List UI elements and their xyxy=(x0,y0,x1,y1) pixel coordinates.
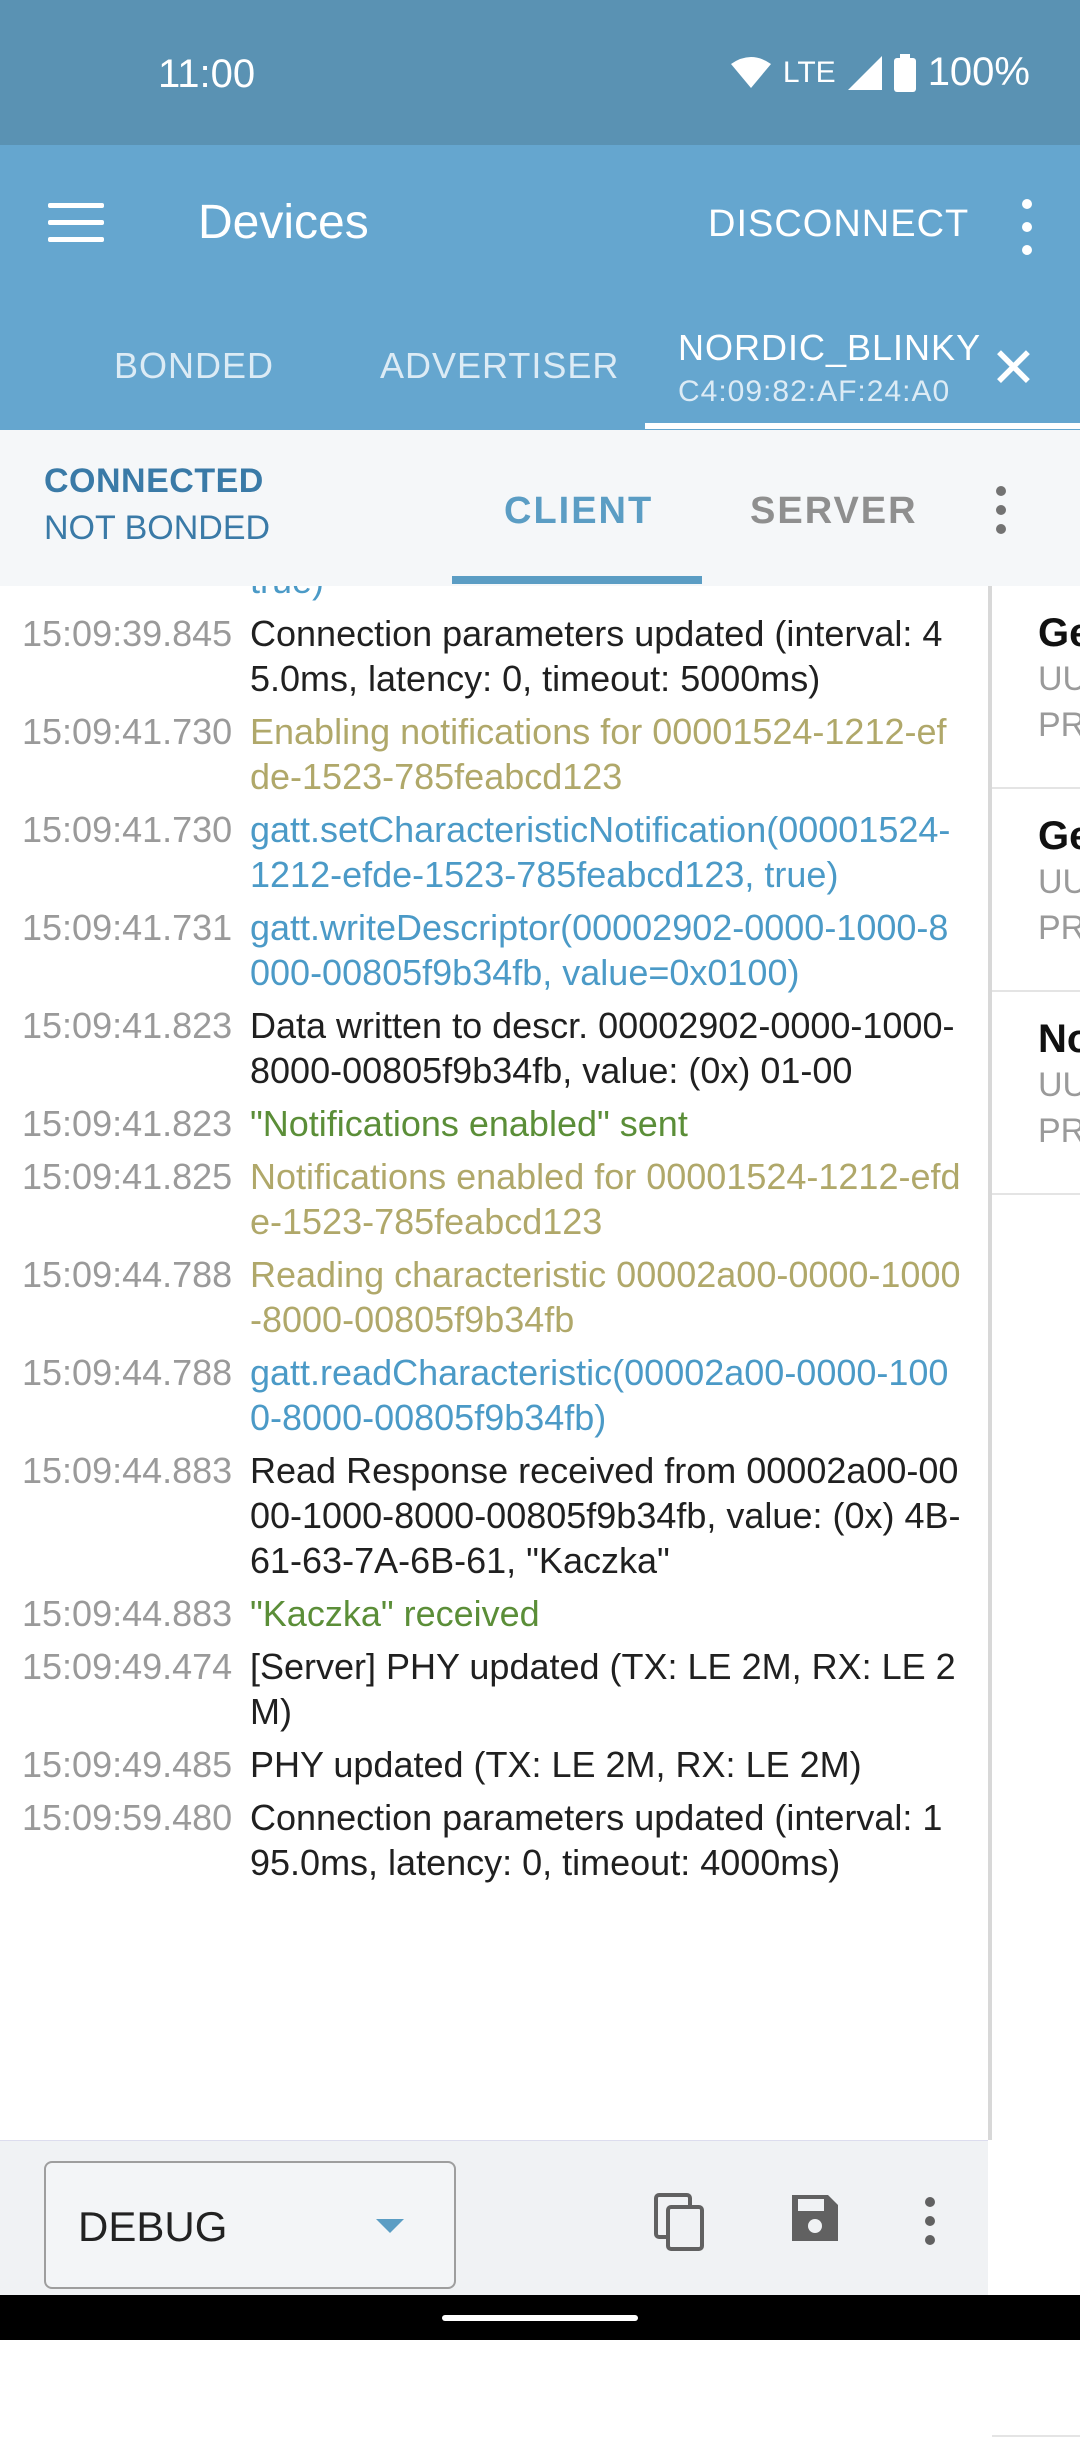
more-vert-icon[interactable] xyxy=(996,486,1008,534)
service-title: Ge xyxy=(1038,814,1080,858)
log-timestamp: 15:09:44.788 xyxy=(22,1352,233,1393)
log-message: Enabling notifications for 00001524-1212… xyxy=(250,711,947,797)
log-row: 15:09:44.788 gatt.readCharacteristic(0000… xyxy=(0,1350,988,1440)
log-message: [Server] PHY updated (TX: LE 2M, RX: LE … xyxy=(250,1646,956,1732)
log-message: gatt.setCharacteristicNotification(00001… xyxy=(250,809,951,895)
services-panel: Ge UU PR Ge UU PR No UU PR xyxy=(988,586,1080,2437)
log-row: 15:09:41.730 gatt.setCharacteristicNotifi… xyxy=(0,807,988,897)
log-timestamp: 15:09:59.480 xyxy=(22,1797,233,1838)
service-card[interactable]: Ge UU PR xyxy=(992,789,1080,992)
log-timestamp: 15:09:39.845 xyxy=(22,613,233,654)
log-timestamp: 15:09:41.823 xyxy=(22,1103,233,1144)
log-message: Data written to descr. 00002902-0000-100… xyxy=(250,1005,955,1091)
close-icon[interactable]: ✕ xyxy=(990,340,1037,396)
log-row: 15:09:49.474 [Server] PHY updated (TX: LE… xyxy=(0,1644,988,1734)
log-row: 15:09:44.883 Read Response received from … xyxy=(0,1448,988,1583)
disconnect-button[interactable]: DISCONNECT xyxy=(708,203,969,246)
device-mac: C4:09:82:AF:24:A0 xyxy=(678,375,951,408)
tab-device[interactable]: NORDIC_BLINKY C4:09:82:AF:24:A0 xyxy=(678,327,981,409)
more-vert-icon[interactable] xyxy=(925,2197,937,2245)
copy-icon[interactable] xyxy=(654,2193,706,2253)
log-message: Reading characteristic 00002a00-0000-100… xyxy=(250,1254,961,1340)
log-message: PHY updated (TX: LE 2M, RX: LE 2M) xyxy=(250,1744,862,1785)
service-card[interactable]: Ge UU PR xyxy=(992,586,1080,789)
log-message: Read Response received from 00002a00-000… xyxy=(250,1450,961,1581)
log-message: Connection parameters updated (interval:… xyxy=(250,1797,943,1883)
tab-bonded[interactable]: BONDED xyxy=(114,345,274,387)
log-row: 15:09:41.823 Data written to descr. 00002… xyxy=(0,1003,988,1093)
bond-state-label: NOT BONDED xyxy=(44,509,271,547)
service-line2: PR xyxy=(1038,706,1080,744)
log-row: 15:09:41.825 Notifications enabled for 00… xyxy=(0,1154,988,1244)
tab-advertiser[interactable]: ADVERTISER xyxy=(380,345,619,387)
battery-percent: 100% xyxy=(927,50,1030,94)
log-row: 15:09:49.485 PHY updated (TX: LE 2M, RX: … xyxy=(0,1742,988,1787)
page-title: Devices xyxy=(198,196,369,249)
service-line2: PR xyxy=(1038,1112,1080,1150)
log-row: 15:09:44.883 "Kaczka" received xyxy=(0,1591,988,1636)
status-icons: LTE 100% xyxy=(730,50,1030,95)
save-icon[interactable] xyxy=(790,2193,840,2243)
log-message: Connection parameters updated (interval:… xyxy=(250,613,943,699)
tab-server[interactable]: SERVER xyxy=(750,490,918,533)
log-timestamp: 15:09:41.825 xyxy=(22,1156,233,1197)
log-timestamp: 15:09:49.485 xyxy=(22,1744,233,1785)
more-vert-icon[interactable] xyxy=(1022,199,1034,255)
log-message: gatt.writeDescriptor(00002902-0000-1000-… xyxy=(250,907,949,993)
connected-label: CONNECTED xyxy=(44,462,264,500)
service-line1: UU xyxy=(1038,863,1080,901)
log-row: 15:09:41.823 "Notifications enabled" sent xyxy=(0,1101,988,1146)
hamburger-menu-icon[interactable] xyxy=(48,203,104,243)
battery-icon xyxy=(893,53,916,92)
log-level-value: DEBUG xyxy=(78,2203,228,2250)
log-level-select[interactable]: DEBUG xyxy=(44,2161,456,2289)
service-title: Ge xyxy=(1038,611,1080,655)
log-message: "Notifications enabled" sent xyxy=(250,1103,688,1144)
log-row: 15:09:59.480 Connection parameters update… xyxy=(0,1795,988,1885)
log-timestamp: 15:09:49.474 xyxy=(22,1646,233,1687)
log-row: 15:09:41.730 Enabling notifications for 0… xyxy=(0,709,988,799)
navigation-bar xyxy=(0,2295,1080,2340)
log-timestamp: 15:09:44.883 xyxy=(22,1593,233,1634)
log-row: 15:09:39.845 Connection parameters update… xyxy=(0,611,988,701)
service-line1: UU xyxy=(1038,660,1080,698)
client-tab-indicator xyxy=(452,576,702,584)
wifi-icon xyxy=(730,56,771,88)
service-line2: PR xyxy=(1038,909,1080,947)
log-row-partial: true) xyxy=(0,586,988,603)
log-message: "Kaczka" received xyxy=(250,1593,540,1634)
signal-icon xyxy=(847,55,882,90)
log-timestamp: 15:09:41.730 xyxy=(22,809,233,850)
tab-client[interactable]: CLIENT xyxy=(504,490,653,533)
service-line1: UU xyxy=(1038,1066,1080,1104)
arrow-drop-down-icon xyxy=(376,2219,404,2233)
log-timestamp: 15:09:44.788 xyxy=(22,1254,233,1295)
service-card[interactable]: No UU PR xyxy=(992,992,1080,1195)
device-name: NORDIC_BLINKY xyxy=(678,327,982,368)
log-timestamp: 15:09:44.883 xyxy=(22,1450,233,1491)
log-timestamp: 15:09:41.731 xyxy=(22,907,233,948)
log-timestamp: 15:09:41.730 xyxy=(22,711,233,752)
tab-indicator xyxy=(645,423,1080,429)
log-row: 15:09:41.731 gatt.writeDescriptor(0000290… xyxy=(0,905,988,995)
log-message: Notifications enabled for 00001524-1212-… xyxy=(250,1156,961,1242)
app-bar: Devices DISCONNECT BONDED ADVERTISER NOR… xyxy=(0,145,1080,430)
status-time: 11:00 xyxy=(158,52,256,96)
network-type: LTE xyxy=(782,55,836,89)
connection-subbar: CONNECTED NOT BONDED CLIENT SERVER xyxy=(0,430,1080,587)
connection-state: CONNECTED NOT BONDED xyxy=(44,462,270,556)
log-timestamp: 15:09:41.823 xyxy=(22,1005,233,1046)
home-handle[interactable] xyxy=(442,2315,638,2321)
log-message: gatt.readCharacteristic(00002a00-0000-10… xyxy=(250,1352,949,1438)
log-message: true) xyxy=(250,586,962,603)
log-row: 15:09:44.788 Reading characteristic 00002… xyxy=(0,1252,988,1342)
service-title: No xyxy=(1038,1017,1080,1061)
log-toolbar: DEBUG xyxy=(0,2140,988,2296)
status-bar: 11:00 LTE 100% xyxy=(0,0,1080,145)
log-list[interactable]: true) 15:09:39.845 Connection parameters … xyxy=(0,586,988,2140)
